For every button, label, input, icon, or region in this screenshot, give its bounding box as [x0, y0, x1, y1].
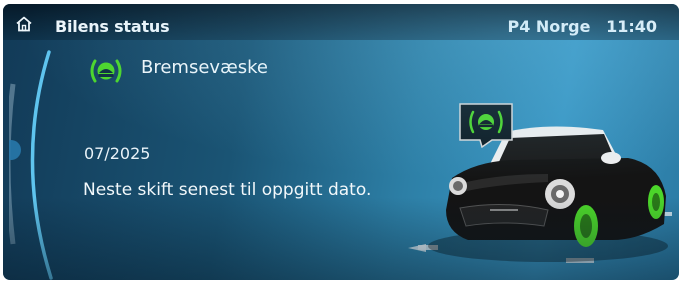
brake-fluid-icon	[90, 59, 122, 83]
due-date: 07/2025	[84, 144, 151, 163]
vehicle-status-screen: Bilens status P4 Norge 11:40 Bremsevæske…	[3, 4, 679, 280]
warning-message: Neste skift senest til oppgitt dato.	[83, 180, 372, 200]
radio-station: P4 Norge	[507, 17, 591, 36]
warning-title: Bremsevæske	[141, 57, 268, 78]
home-icon[interactable]	[15, 15, 33, 33]
clock: 11:40	[606, 17, 657, 36]
page-title: Bilens status	[55, 17, 170, 36]
top-bar: Bilens status P4 Norge 11:40	[3, 4, 679, 40]
status-area: P4 Norge 11:40	[507, 17, 657, 36]
brake-fluid-callout	[459, 103, 513, 148]
car-illustration	[408, 126, 672, 263]
